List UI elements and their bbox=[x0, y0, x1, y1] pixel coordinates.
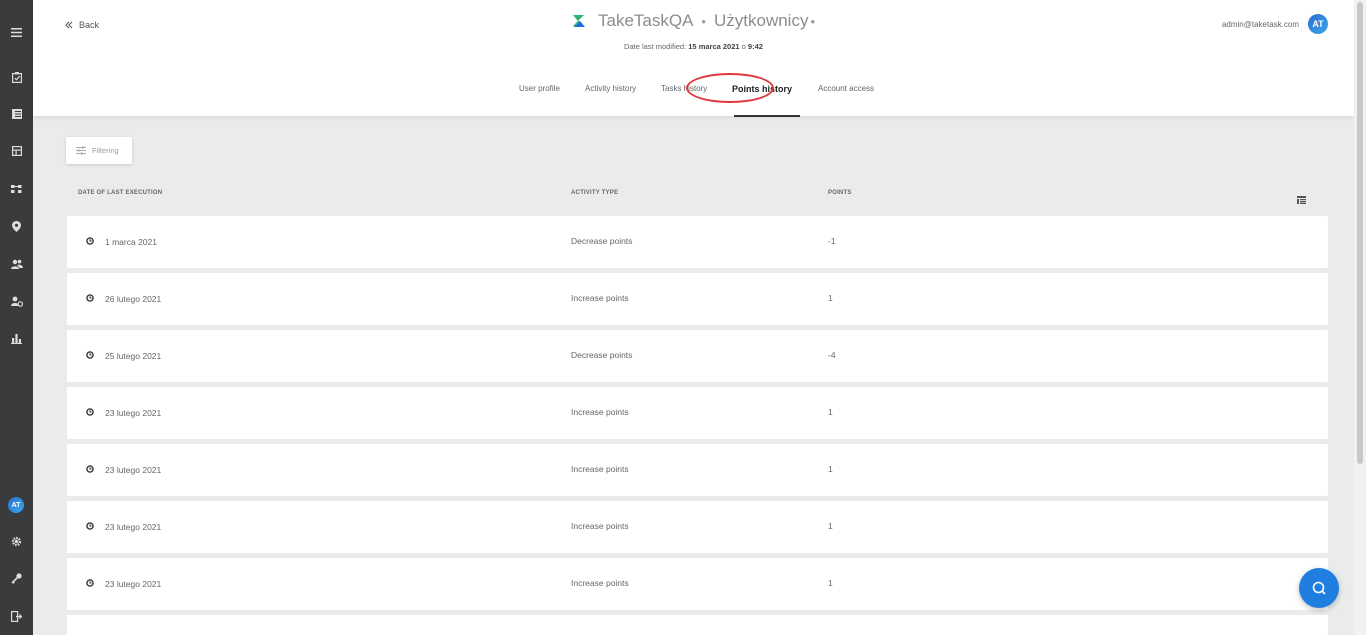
modified-conj: o bbox=[741, 42, 746, 51]
row-activity-type: Increase points bbox=[571, 407, 629, 417]
clock-icon bbox=[86, 351, 94, 359]
scrollbar-thumb[interactable] bbox=[1357, 2, 1363, 464]
tab-account-access[interactable]: Account access bbox=[818, 78, 874, 100]
tab-points-history[interactable]: Points history bbox=[732, 78, 792, 100]
row-activity-type: Increase points bbox=[571, 293, 629, 303]
tab-activity-history[interactable]: Activity history bbox=[585, 78, 636, 100]
clock-icon bbox=[86, 237, 94, 245]
tasks-icon[interactable] bbox=[0, 67, 33, 87]
sidebar: AT bbox=[0, 0, 33, 635]
filter-button[interactable]: Filtering bbox=[66, 137, 132, 164]
column-header-points[interactable]: POINTS bbox=[828, 190, 852, 196]
row-points: 1 bbox=[828, 464, 833, 474]
table-row[interactable]: 26 lutego 2021 Increase points 1 bbox=[67, 273, 1328, 325]
table-row[interactable]: 23 lutego 2021 Increase points 1 bbox=[67, 501, 1328, 553]
row-date: 23 lutego 2021 bbox=[105, 579, 162, 589]
table-row[interactable]: 23 lutego 2021 Increase points 1 bbox=[67, 558, 1328, 610]
row-date: 23 lutego 2021 bbox=[105, 522, 162, 532]
row-date: 1 marca 2021 bbox=[105, 237, 157, 247]
table-row[interactable]: 23 lutego 2021 Increase points 1 bbox=[67, 387, 1328, 439]
row-activity-type: Decrease points bbox=[571, 236, 633, 246]
last-modified: Date last modified: 15 marca 2021 o 9:42 bbox=[33, 42, 1354, 51]
page-header: Back TakeTaskQA • Użytkownicy • Date las… bbox=[33, 0, 1354, 117]
column-settings-icon[interactable] bbox=[1297, 191, 1306, 209]
avatar[interactable]: AT bbox=[1308, 14, 1328, 34]
row-points: -1 bbox=[828, 236, 836, 246]
section-name: Użytkownicy bbox=[713, 11, 809, 30]
clock-icon bbox=[86, 408, 94, 416]
app-logo-icon bbox=[572, 15, 585, 27]
row-activity-type: Increase points bbox=[571, 521, 629, 531]
table-row[interactable]: 23 lutego 2021 Increase points 1 bbox=[67, 444, 1328, 496]
tab-bar: User profile Activity history Tasks hist… bbox=[33, 78, 1354, 117]
page-title: TakeTaskQA • Użytkownicy • bbox=[33, 11, 1354, 31]
row-points: 1 bbox=[828, 407, 833, 417]
row-points: 1 bbox=[828, 293, 833, 303]
help-search-button[interactable] bbox=[1299, 568, 1339, 608]
modified-prefix: Date last modified: bbox=[624, 42, 687, 51]
clock-icon bbox=[86, 579, 94, 587]
settings-icon[interactable] bbox=[0, 531, 33, 551]
row-points: 1 bbox=[828, 521, 833, 531]
table-row[interactable] bbox=[67, 615, 1328, 635]
tab-user-profile[interactable]: User profile bbox=[519, 78, 560, 100]
title-suffix-separator: • bbox=[810, 13, 816, 29]
scrollbar[interactable] bbox=[1354, 0, 1366, 635]
row-date: 23 lutego 2021 bbox=[105, 408, 162, 418]
clock-icon bbox=[86, 522, 94, 530]
table-row[interactable]: 1 marca 2021 Decrease points -1 bbox=[67, 216, 1328, 268]
layout-icon[interactable] bbox=[0, 141, 33, 161]
modified-date: 15 marca 2021 bbox=[688, 42, 740, 51]
active-tab-indicator bbox=[734, 115, 800, 117]
user-settings-icon[interactable] bbox=[0, 291, 33, 311]
column-header-date[interactable]: DATE OF LAST EXECUTION bbox=[78, 190, 162, 196]
key-icon[interactable] bbox=[0, 568, 33, 588]
table-row[interactable]: 25 lutego 2021 Decrease points -4 bbox=[67, 330, 1328, 382]
sliders-icon bbox=[76, 146, 86, 155]
filter-label: Filtering bbox=[92, 146, 119, 155]
row-points: 1 bbox=[828, 578, 833, 588]
row-activity-type: Increase points bbox=[571, 578, 629, 588]
workflow-icon[interactable] bbox=[0, 179, 33, 199]
logout-icon[interactable] bbox=[0, 606, 33, 626]
row-activity-type: Decrease points bbox=[571, 350, 633, 360]
list-icon[interactable] bbox=[0, 104, 33, 124]
app-name: TakeTaskQA bbox=[597, 11, 694, 30]
menu-icon[interactable] bbox=[0, 22, 33, 42]
tab-tasks-history[interactable]: Tasks history bbox=[661, 78, 707, 100]
row-points: -4 bbox=[828, 350, 836, 360]
row-activity-type: Increase points bbox=[571, 464, 629, 474]
sidebar-avatar[interactable]: AT bbox=[8, 497, 24, 513]
search-icon bbox=[1312, 581, 1326, 595]
row-date: 25 lutego 2021 bbox=[105, 351, 162, 361]
clock-icon bbox=[86, 465, 94, 473]
row-date: 26 lutego 2021 bbox=[105, 294, 162, 304]
title-separator: • bbox=[701, 13, 706, 29]
row-date: 23 lutego 2021 bbox=[105, 465, 162, 475]
column-header-activity-type[interactable]: ACTIVITY TYPE bbox=[571, 190, 618, 196]
clock-icon bbox=[86, 294, 94, 302]
modified-time: 9:42 bbox=[747, 42, 763, 51]
users-icon[interactable] bbox=[0, 254, 33, 274]
user-email[interactable]: admin@taketask.com bbox=[1222, 20, 1299, 29]
reports-icon[interactable] bbox=[0, 328, 33, 348]
location-icon[interactable] bbox=[0, 216, 33, 236]
